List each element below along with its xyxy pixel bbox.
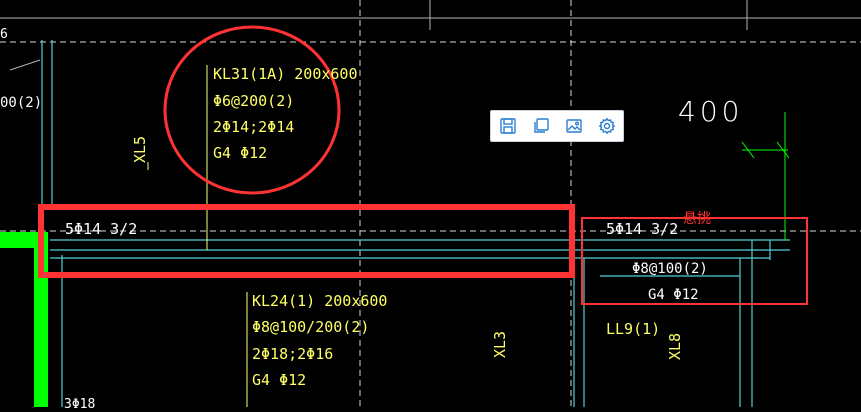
settings-button[interactable] [594, 113, 620, 139]
xl5-label: XL5 [131, 135, 149, 163]
kl31-rebar: 2Φ14;2Φ14 [213, 118, 295, 136]
cantilever-stirrup: Φ8@100(2) [632, 261, 708, 277]
floating-toolbar [490, 110, 624, 142]
save-icon [499, 118, 516, 134]
kl24-name: KL24(1) 200x600 [252, 292, 388, 310]
xl3-label: XL3 [491, 330, 509, 358]
dimension-400: 400 [678, 95, 744, 128]
cantilever-label: 悬挑 [683, 211, 711, 227]
dim-tick-left [9, 59, 41, 71]
copy-button[interactable] [528, 113, 554, 139]
kl24-stirrup: Φ8@100/200(2) [252, 318, 370, 336]
highlight-circle-kl31 [163, 25, 341, 195]
ll9-label: LL9(1) [606, 320, 661, 338]
kl31-stirrup: Φ6@200(2) [213, 92, 295, 110]
image-button[interactable] [561, 113, 587, 139]
kl24-rebar: 2Φ18;2Φ16 [252, 345, 334, 363]
left-edge-small-label: 6 [0, 27, 8, 42]
bottom-left-rebar: 3Φ18 [64, 397, 96, 412]
beam-right-top-rebar: 5Φ14 3/2 [606, 220, 679, 238]
kl31-name: KL31(1A) 200x600 [213, 65, 358, 83]
save-button[interactable] [495, 113, 521, 139]
beam-left-top-rebar: 5Φ14 3/2 [65, 220, 138, 238]
xl8-label: XL8 [666, 332, 684, 360]
cad-drawing-canvas[interactable] [0, 0, 861, 407]
kl24-side-rebar: G4 Φ12 [252, 371, 307, 389]
cantilever-side-rebar: G4 Φ12 [648, 287, 699, 303]
kl31-side-rebar: G4 Φ12 [213, 144, 268, 162]
image-icon [565, 119, 582, 133]
left-edge-stirrup-label: 00(2) [0, 95, 43, 111]
copy-icon [533, 118, 549, 133]
settings-icon [598, 117, 615, 135]
highlight-rect-beam [38, 204, 575, 278]
